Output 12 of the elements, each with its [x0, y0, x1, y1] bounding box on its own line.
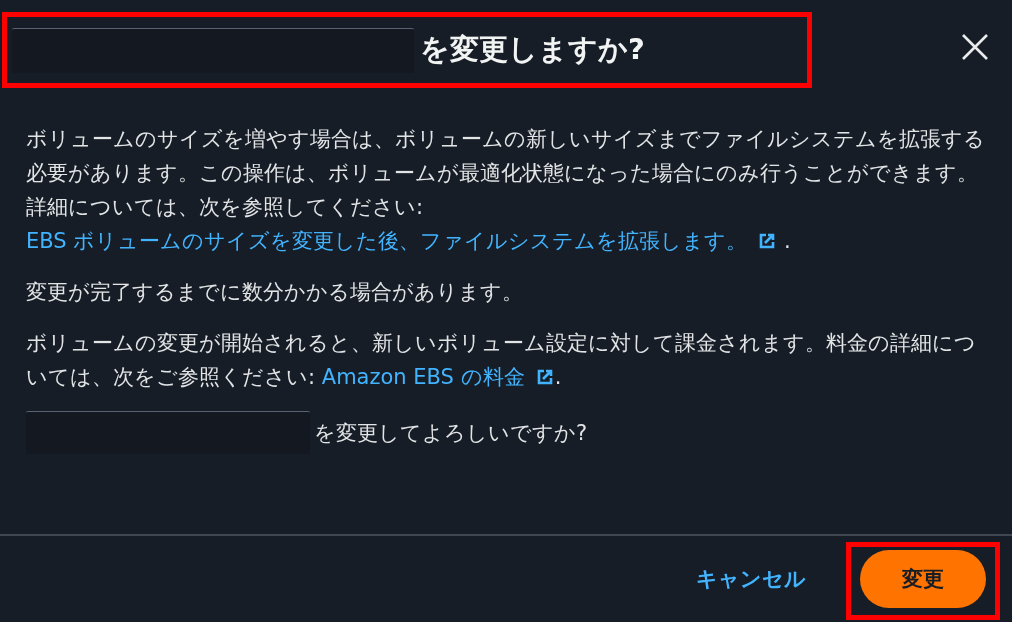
dialog-title: を変更しますか? [420, 31, 645, 68]
confirm-button[interactable]: 変更 [860, 550, 986, 608]
paragraph: 変更が完了するまでに数分かかる場合があります。 [26, 279, 524, 306]
period: . [783, 229, 791, 253]
close-icon[interactable] [960, 32, 990, 62]
link[interactable]: Amazon EBS の料金 [321, 365, 555, 389]
confirm-question: を変更してよろしいですか? [314, 419, 588, 447]
cancel-button[interactable]: キャンセル [686, 557, 816, 601]
link[interactable]: EBS ボリュームのサイズを変更した後、ファイルシステムを拡張します。 [26, 229, 778, 253]
paragraph: ボリュームの変更が開始されると、新しいボリューム設定に対して課金されます。料金の詳細については、次をご参照ください: Amazon EBS の料金 . [26, 330, 977, 391]
paragraph: ボリュームのサイズを増やす場合は、ボリュームの新しいサイズまでファイルシステムを拡張する必要があります。この操作は、ボリュームが最適化状態になった場合にのみ行うことができます。詳細については、次を参照してください: EBS ボリュームのサイズを変更した後、ファイルシステムを拡張します。 . [26, 126, 986, 255]
period: . [554, 365, 562, 389]
